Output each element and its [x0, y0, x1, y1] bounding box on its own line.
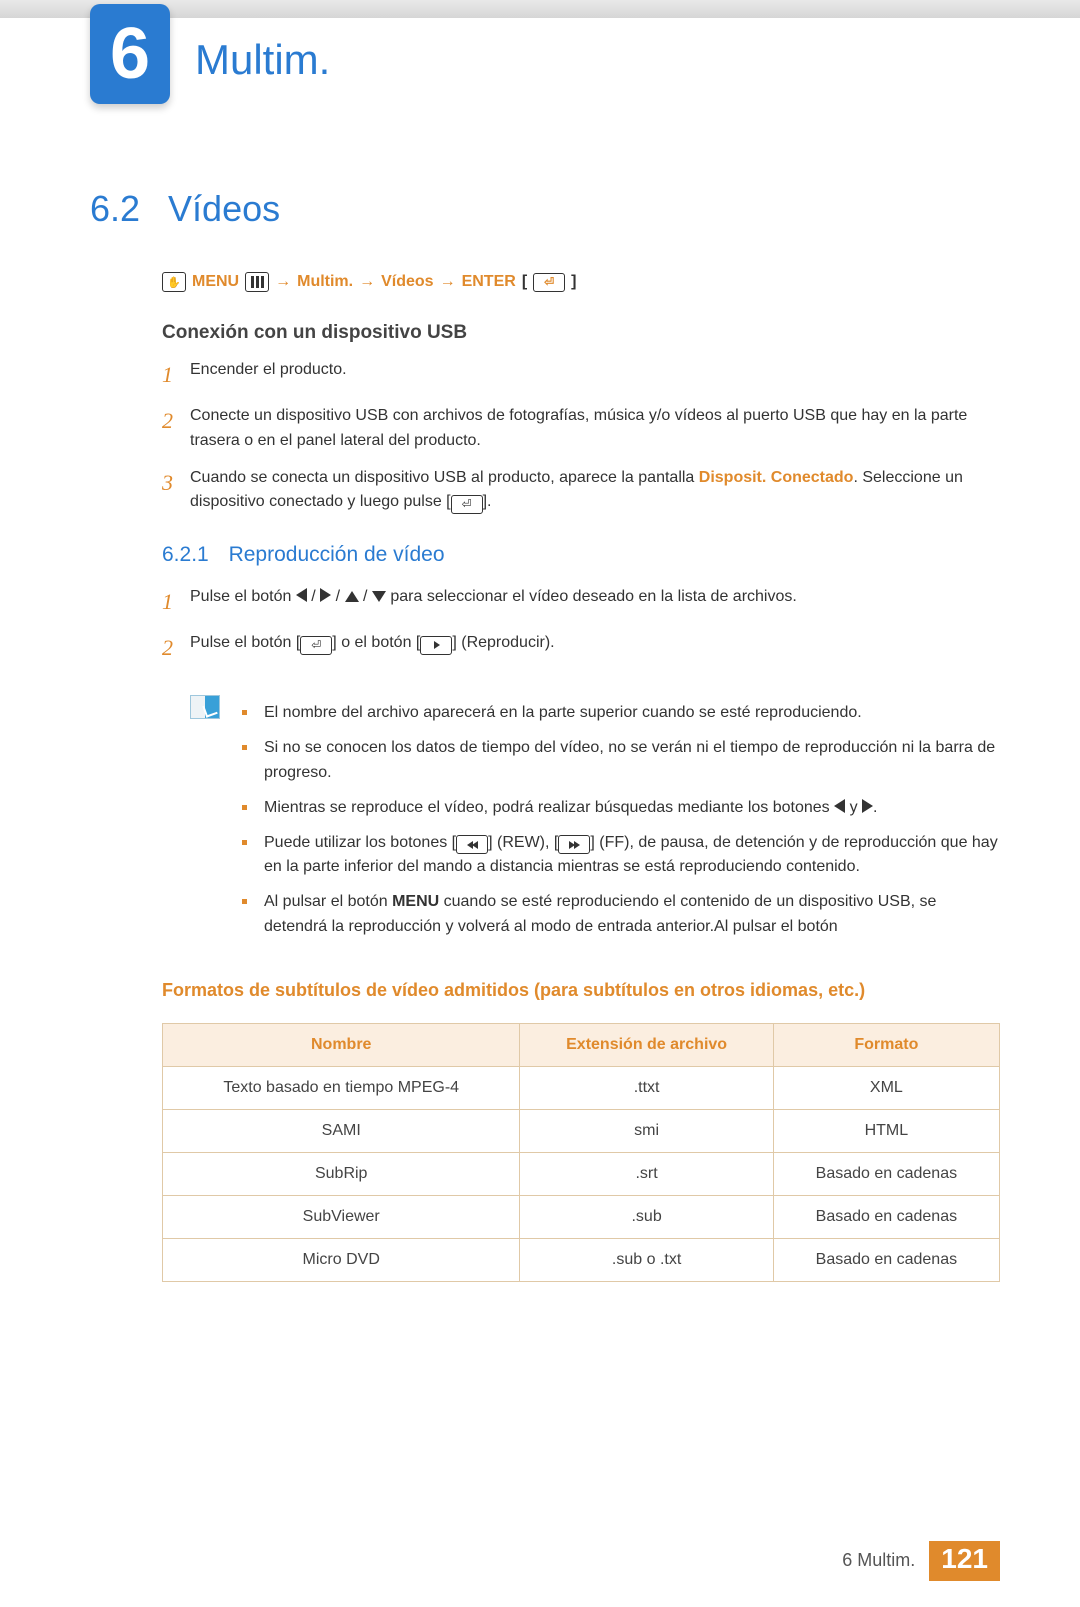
breadcrumb-item: Vídeos [381, 273, 433, 291]
list-item: Mientras se reproduce el vídeo, podrá re… [242, 796, 1000, 821]
menu-path: ✋ MENU → Multim. → Vídeos → ENTER[] [162, 272, 1000, 292]
page: 6 Multim. 6.2 Vídeos ✋ MENU → Multim. → … [0, 0, 1080, 1607]
content-area: 6.2 Vídeos ✋ MENU → Multim. → Vídeos → E… [90, 188, 1000, 1282]
arrow-up-icon [345, 591, 359, 602]
usb-steps: 1 Encender el producto. 2 Conecte un dis… [162, 358, 1000, 515]
table-cell: Basado en cadenas [773, 1152, 999, 1195]
section-number: 6.2 [90, 188, 140, 230]
table-cell: SubRip [163, 1152, 520, 1195]
enter-key-icon [300, 636, 332, 655]
table-header: Nombre [163, 1023, 520, 1066]
table-cell: .sub [520, 1195, 773, 1238]
table-cell: .ttxt [520, 1066, 773, 1109]
list-item: 1 Pulse el botón / / / para seleccionar … [162, 585, 1000, 619]
table-header: Formato [773, 1023, 999, 1066]
step-text: Encender el producto. [190, 358, 1000, 392]
table-cell: Basado en cadenas [773, 1238, 999, 1281]
page-footer: 6 Multim. 121 [842, 1541, 1000, 1581]
page-number: 121 [929, 1541, 1000, 1581]
table-cell: Texto basado en tiempo MPEG-4 [163, 1066, 520, 1109]
enter-key-icon [533, 273, 565, 292]
remote-hand-icon: ✋ [162, 272, 186, 292]
list-item: 3 Cuando se conecta un dispositivo USB a… [162, 466, 1000, 516]
breadcrumb-item: Multim. [297, 273, 353, 291]
highlight-text: Disposit. Conectado [699, 469, 854, 486]
step-number: 3 [162, 466, 190, 516]
subsection-heading: 6.2.1 Reproducción de vídeo [162, 543, 1000, 567]
enter-label: ENTER [462, 273, 516, 291]
rewind-key-icon [456, 835, 488, 854]
list-item: Puede utilizar los botones [] (REW), [] … [242, 831, 1000, 881]
fast-forward-key-icon [558, 835, 590, 854]
step-text: Pulse el botón / / / para seleccionar el… [190, 585, 1000, 619]
table-cell: HTML [773, 1109, 999, 1152]
arrow-right-icon [862, 799, 873, 813]
arrow-left-icon [834, 799, 845, 813]
step-number: 1 [162, 585, 190, 619]
arrow-left-icon [296, 588, 307, 602]
subtitles-table: Nombre Extensión de archivo Formato Text… [162, 1023, 1000, 1282]
table-row: SAMI smi HTML [163, 1109, 1000, 1152]
list-item: 2 Conecte un dispositivo USB con archivo… [162, 404, 1000, 454]
table-row: Micro DVD .sub o .txt Basado en cadenas [163, 1238, 1000, 1281]
table-cell: SubViewer [163, 1195, 520, 1238]
table-row: Texto basado en tiempo MPEG-4 .ttxt XML [163, 1066, 1000, 1109]
table-cell: .srt [520, 1152, 773, 1195]
note-block: El nombre del archivo aparecerá en la pa… [190, 691, 1000, 949]
enter-key-icon [451, 495, 483, 514]
list-item: 1 Encender el producto. [162, 358, 1000, 392]
section-body: ✋ MENU → Multim. → Vídeos → ENTER[] Cone… [162, 272, 1000, 1282]
list-item: Al pulsar el botón MENU cuando se esté r… [242, 890, 1000, 940]
subsection-number: 6.2.1 [162, 543, 209, 566]
usb-heading: Conexión con un dispositivo USB [162, 322, 1000, 344]
play-key-icon [420, 636, 452, 655]
table-cell: SAMI [163, 1109, 520, 1152]
subsection-title: Reproducción de vídeo [229, 543, 445, 566]
table-cell: .sub o .txt [520, 1238, 773, 1281]
table-header-row: Nombre Extensión de archivo Formato [163, 1023, 1000, 1066]
table-row: SubViewer .sub Basado en cadenas [163, 1195, 1000, 1238]
section-title: Vídeos [168, 188, 280, 230]
list-item: 2 Pulse el botón [] o el botón [] (Repro… [162, 631, 1000, 665]
table-cell: smi [520, 1109, 773, 1152]
arrow-down-icon [372, 591, 386, 602]
step-text: Conecte un dispositivo USB con archivos … [190, 404, 1000, 454]
table-cell: Basado en cadenas [773, 1195, 999, 1238]
chapter-header: 6 Multim. [0, 18, 1080, 108]
arrow-icon: → [275, 273, 291, 291]
note-bullets: El nombre del archivo aparecerá en la pa… [242, 691, 1000, 949]
note-icon [190, 695, 220, 719]
chapter-title: Multim. [195, 36, 330, 84]
arrow-right-icon [320, 588, 331, 602]
arrow-icon: → [359, 273, 375, 291]
menu-label: MENU [192, 273, 239, 291]
list-item: Si no se conocen los datos de tiempo del… [242, 736, 1000, 786]
table-cell: XML [773, 1066, 999, 1109]
step-number: 1 [162, 358, 190, 392]
step-text: Pulse el botón [] o el botón [] (Reprodu… [190, 631, 1000, 665]
list-item: El nombre del archivo aparecerá en la pa… [242, 701, 1000, 726]
menu-bars-icon [245, 272, 269, 292]
play-steps: 1 Pulse el botón / / / para seleccionar … [162, 585, 1000, 665]
table-cell: Micro DVD [163, 1238, 520, 1281]
chapter-number-badge: 6 [90, 4, 170, 104]
arrow-icon: → [440, 273, 456, 291]
step-text: Cuando se conecta un dispositivo USB al … [190, 466, 1000, 516]
step-number: 2 [162, 404, 190, 454]
step-number: 2 [162, 631, 190, 665]
table-header: Extensión de archivo [520, 1023, 773, 1066]
section-heading: 6.2 Vídeos [90, 188, 1000, 230]
menu-bold: MENU [392, 893, 439, 910]
subtitles-heading: Formatos de subtítulos de vídeo admitido… [162, 980, 1000, 1001]
table-row: SubRip .srt Basado en cadenas [163, 1152, 1000, 1195]
footer-chapter-label: 6 Multim. [842, 1541, 929, 1581]
